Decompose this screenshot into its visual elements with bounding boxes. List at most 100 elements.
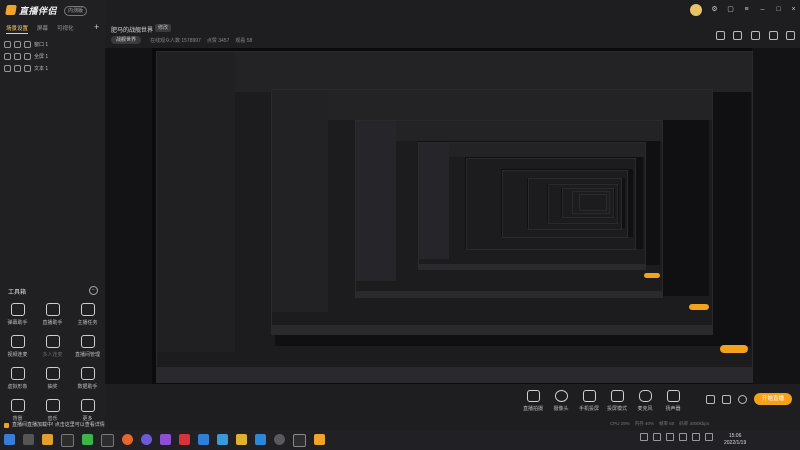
category-pill[interactable]: 战舰世界 xyxy=(111,36,142,44)
speaker-button[interactable]: 扬声器 xyxy=(653,390,693,412)
clock-date: 2022/1/19 xyxy=(724,440,747,446)
control-label: 投屏模式 xyxy=(606,406,627,412)
gift-icon[interactable] xyxy=(722,395,731,404)
source-item[interactable]: 文本 1 xyxy=(4,64,48,73)
source-label: 文本 1 xyxy=(34,66,49,72)
app-icon[interactable] xyxy=(217,434,228,445)
microphone-icon xyxy=(638,390,652,402)
preview-canvas[interactable] xyxy=(152,48,753,384)
tool-lottery[interactable]: 抽奖 xyxy=(35,367,70,390)
minimize-icon[interactable]: – xyxy=(759,6,766,13)
share-icon[interactable] xyxy=(716,31,725,40)
tab-scene-settings[interactable]: 场景设置 xyxy=(6,24,29,34)
fullscreen-icon xyxy=(24,53,31,60)
tray-icon[interactable] xyxy=(653,433,661,441)
collapse-icon[interactable]: − xyxy=(89,286,98,295)
memory-status: 内存 40% xyxy=(634,421,655,426)
start-live-button[interactable]: 开始直播 xyxy=(754,393,792,405)
system-tray xyxy=(640,433,713,441)
tool-manage[interactable]: 直播间管理 xyxy=(70,335,105,358)
menu-icon[interactable]: ≡ xyxy=(743,6,750,13)
screen-cast-icon xyxy=(610,390,624,402)
bitrate-status: 码率 4000kbps xyxy=(679,421,710,426)
skin-icon[interactable]: ▢ xyxy=(727,6,734,13)
stream-title[interactable]: 肥马的战舰世界 xyxy=(111,25,153,34)
live-companion-icon[interactable] xyxy=(314,434,325,445)
watch-count: 观看 58 xyxy=(235,38,253,44)
tray-icon[interactable] xyxy=(640,433,648,441)
tool-more[interactable]: 更多 xyxy=(70,399,105,422)
tool-background[interactable]: 背景 xyxy=(0,399,35,422)
close-icon[interactable]: × xyxy=(790,6,797,13)
version-badge[interactable]: 内测版 xyxy=(64,6,88,16)
source-item[interactable]: 全屏 1 xyxy=(4,52,48,61)
media-icon[interactable] xyxy=(141,434,152,445)
add-scene-icon[interactable]: + xyxy=(94,22,99,32)
share-out-icon[interactable] xyxy=(786,31,795,40)
phone-cast-icon xyxy=(582,390,596,402)
browser-icon[interactable] xyxy=(122,434,133,445)
tool-data[interactable]: 数据助手 xyxy=(70,367,105,390)
tool-label: 直播间管理 xyxy=(74,352,100,358)
app-icon[interactable] xyxy=(198,434,209,445)
eye-icon[interactable] xyxy=(4,53,11,60)
more-icon xyxy=(80,399,95,412)
tool-label: 主播任务 xyxy=(77,320,98,326)
tray-icon[interactable] xyxy=(666,433,674,441)
tool-assistant[interactable]: 直播助手 xyxy=(35,303,70,326)
tab-visual[interactable]: 可视化 xyxy=(57,24,74,34)
wechat-icon[interactable] xyxy=(82,434,93,445)
nested-window xyxy=(579,194,607,211)
app-icon[interactable] xyxy=(255,434,266,445)
eye-icon[interactable] xyxy=(4,65,11,72)
edit-title-tag[interactable]: 修改 xyxy=(155,24,172,32)
volume-icon[interactable] xyxy=(692,433,700,441)
stream-meta: 在线观众人数 1578997 点赞 3457 观看 58 xyxy=(150,37,252,44)
tool-chat[interactable]: 弹幕助手 xyxy=(0,303,35,326)
folder-icon[interactable] xyxy=(236,434,247,445)
lottery-icon xyxy=(45,367,60,380)
network-icon[interactable] xyxy=(679,433,687,441)
control-label: 直播拍摄 xyxy=(522,406,543,412)
wps-icon[interactable] xyxy=(179,434,190,445)
edit-icon[interactable] xyxy=(769,31,778,40)
search-icon[interactable] xyxy=(23,434,34,445)
webcam-icon xyxy=(554,390,568,402)
app-icon[interactable] xyxy=(101,434,114,447)
window-icon xyxy=(24,41,31,48)
lock-icon[interactable] xyxy=(14,53,21,60)
app-logo: 直播伴侣 xyxy=(5,4,70,16)
avatar[interactable] xyxy=(690,4,702,16)
like-count: 点赞 3457 xyxy=(206,38,230,44)
app-icon[interactable] xyxy=(61,434,74,447)
steam-icon[interactable] xyxy=(274,434,285,445)
app-icon[interactable] xyxy=(160,434,171,445)
tool-link-mic[interactable]: 视频连麦 xyxy=(0,335,35,358)
tool-label: 直播助手 xyxy=(42,320,63,326)
tool-label: 视频连麦 xyxy=(7,352,28,358)
tool-task[interactable]: 主播任务 xyxy=(70,303,105,326)
source-item[interactable]: 窗口 1 xyxy=(4,40,48,49)
notice-text[interactable]: 直播间直播加载中! 点击这里可以查看详情 xyxy=(0,420,240,430)
clock[interactable]: 15:06 2022/1/19 xyxy=(724,433,746,447)
explorer-icon[interactable] xyxy=(42,434,53,445)
tab-screen[interactable]: 屏幕 xyxy=(37,24,48,34)
settings-icon[interactable]: ⚙ xyxy=(711,6,718,13)
ime-icon[interactable] xyxy=(705,433,713,441)
app-icon[interactable] xyxy=(293,434,306,447)
tool-music[interactable]: 音乐 xyxy=(35,399,70,422)
windows-start-icon[interactable] xyxy=(4,434,15,445)
eye-icon[interactable] xyxy=(4,41,11,48)
tool-avatar[interactable]: 虚拟形象 xyxy=(0,367,35,390)
tool-label: 多人连麦 xyxy=(42,352,63,358)
settings-icon[interactable] xyxy=(738,395,747,404)
lock-icon[interactable] xyxy=(14,65,21,72)
maximize-icon[interactable]: □ xyxy=(775,6,782,13)
record-icon[interactable] xyxy=(706,395,715,404)
lock-icon[interactable] xyxy=(733,31,742,40)
control-label: 手机投屏 xyxy=(578,406,599,412)
lock-icon[interactable] xyxy=(14,41,21,48)
tool-label: 数据助手 xyxy=(77,384,98,390)
layout-icon[interactable] xyxy=(751,31,760,40)
tool-multi-link[interactable]: 多人连麦 xyxy=(35,335,70,358)
